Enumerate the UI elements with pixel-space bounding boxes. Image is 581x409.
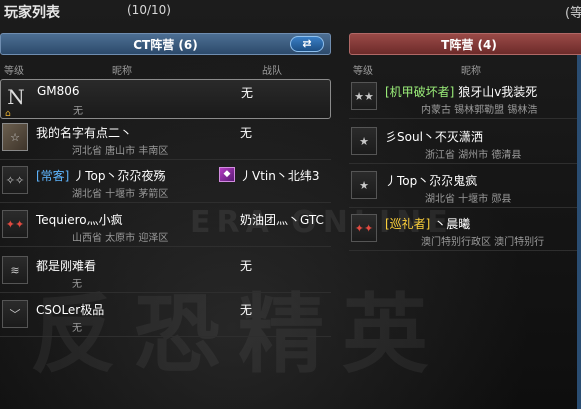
home-icon: ⌂	[5, 109, 11, 119]
clan-column-header: 战队	[262, 66, 282, 77]
player-clan: 无	[241, 86, 254, 100]
nick-column-header: 昵称	[461, 66, 481, 77]
rank-column-header: 等级	[353, 66, 373, 77]
chevron-rank-icon: ≋	[2, 256, 28, 284]
ct-team-header: CT阵营 (6) ⇄	[0, 33, 331, 55]
panel-title: 玩家列表	[4, 5, 60, 21]
player-title-tag: [常客]	[36, 169, 70, 183]
player-clan: 奶油团灬丶GTC	[240, 213, 324, 227]
player-location: 内蒙古 锡林郭勒盟 锡林浩	[421, 105, 538, 116]
player-location: 河北省 唐山市 丰南区	[72, 146, 169, 157]
top-bar: 玩家列表 (10/10) (等	[0, 0, 581, 22]
player-title-tag: [机甲破坏者]	[385, 85, 455, 99]
player-nickname-text: 丶晨曦	[434, 217, 471, 231]
player-clan: 无	[240, 126, 253, 140]
player-location: 湖北省 十堰市 郧县	[425, 194, 512, 205]
player-location: 无	[73, 106, 83, 117]
double-star-rank-icon: ★★	[351, 82, 377, 110]
scrollbar[interactable]	[577, 55, 581, 409]
star-rank-icon: ✧✧	[2, 166, 28, 194]
player-count: (10/10)	[127, 3, 171, 17]
player-location: 湖北省 十堰市 茅箭区	[72, 189, 169, 200]
player-row[interactable]: ✦✦ [巡礼者] 丶晨曦 澳门特别行政区 澳门特别行	[349, 211, 581, 251]
avatar-photo-icon: ☆	[2, 123, 28, 151]
player-row[interactable]: ★★ [机甲破坏者] 狼牙山v我装死 内蒙古 锡林郭勒盟 锡林浩	[349, 79, 581, 119]
t-team-label: T阵营 (4)	[441, 38, 497, 52]
player-location: 无	[72, 279, 82, 290]
player-row[interactable]: N ⌂ GM806 无 无	[0, 79, 331, 119]
player-nickname: 彡Soul丶不灭潇洒	[385, 130, 483, 144]
stripe-rank-icon: ﹀	[2, 300, 28, 328]
player-clan: 无	[240, 303, 253, 317]
player-row[interactable]: ✧✧ [常客] 丿Top丶尕尕夜殇 ◆ 丿Vtin丶北纬3 湖北省 十堰市 茅箭…	[0, 163, 331, 203]
player-row[interactable]: ≋ 都是刚难看 无 无	[0, 253, 331, 293]
t-team-header: T阵营 (4)	[349, 33, 581, 55]
player-nickname: [机甲破坏者] 狼牙山v我装死	[385, 83, 537, 100]
player-title-tag: [巡礼者]	[385, 217, 431, 231]
player-nickname: [巡礼者] 丶晨曦	[385, 215, 470, 232]
star-rank-icon: ★	[351, 127, 377, 155]
player-nickname-text: 狼牙山v我装死	[458, 85, 538, 99]
player-nickname: 丿Top丶尕尕鬼疯	[385, 174, 478, 188]
ct-team-label: CT阵营 (6)	[133, 38, 198, 52]
player-nickname: 我的名字有点二丶	[36, 126, 133, 140]
player-row[interactable]: ☆ 我的名字有点二丶 无 河北省 唐山市 丰南区	[0, 120, 331, 160]
player-clan: 丿Vtin丶北纬3	[240, 169, 320, 183]
t-column-headers: 等级 昵称	[349, 62, 581, 77]
swap-arrows-icon: ⇄	[302, 37, 312, 50]
rank-column-header: 等级	[4, 66, 24, 77]
player-row[interactable]: ★ 彡Soul丶不灭潇洒 浙江省 湖州市 德清县	[349, 124, 581, 164]
red-star-rank-icon: ✦✦	[351, 214, 377, 242]
player-nickname: CSOLer极品	[36, 303, 105, 317]
player-nickname-text: 丿Top丶尕尕夜殇	[73, 169, 166, 183]
player-row[interactable]: ﹀ CSOLer极品 无 无	[0, 297, 331, 337]
ct-column-headers: 等级 昵称 战队	[0, 62, 331, 77]
player-location: 山西省 太原市 迎泽区	[72, 233, 169, 244]
player-row[interactable]: ★ 丿Top丶尕尕鬼疯 湖北省 十堰市 郧县	[349, 168, 581, 208]
clan-emblem-icon: ◆	[219, 167, 235, 182]
player-location: 浙江省 湖州市 德清县	[425, 150, 522, 161]
player-clan: 无	[240, 259, 253, 273]
player-nickname: GM806	[37, 84, 80, 98]
corner-text: (等	[565, 6, 581, 21]
player-location: 澳门特别行政区 澳门特别行	[421, 237, 545, 248]
swap-team-button[interactable]: ⇄	[290, 36, 324, 52]
player-location: 无	[72, 323, 82, 334]
red-star-rank-icon: ✦✦	[2, 210, 28, 238]
nick-column-header: 昵称	[112, 66, 132, 77]
player-row[interactable]: ✦✦ Tequiero灬小疯 奶油团灬丶GTC 山西省 太原市 迎泽区	[0, 207, 331, 247]
player-nickname: 都是刚难看	[36, 259, 97, 273]
letter-n-rank-icon: N	[7, 85, 25, 109]
star-rank-icon: ★	[351, 171, 377, 199]
player-nickname: Tequiero灬小疯	[36, 213, 123, 227]
player-nickname: [常客] 丿Top丶尕尕夜殇	[36, 167, 165, 184]
